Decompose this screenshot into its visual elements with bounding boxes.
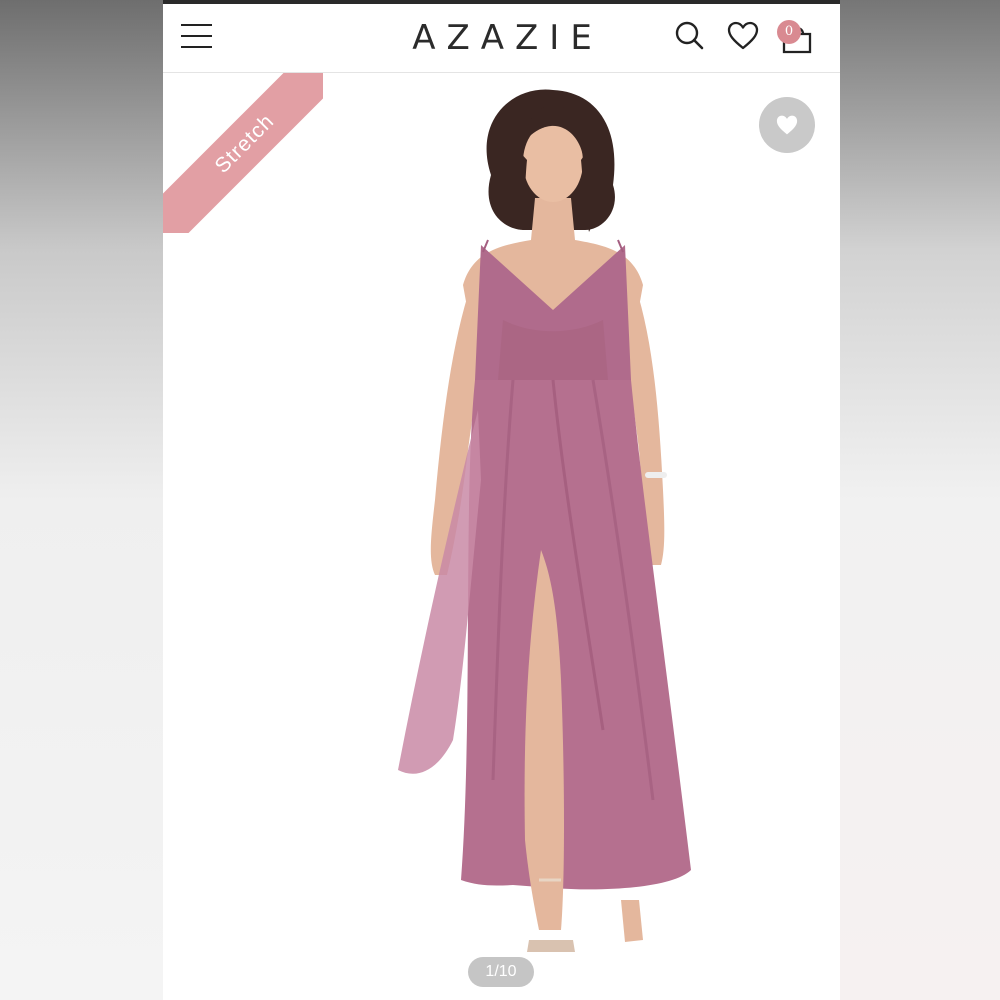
heart-icon[interactable] <box>725 18 761 54</box>
badge-ribbon-container: Stretch <box>163 73 323 233</box>
background-right <box>840 0 1000 1000</box>
site-header: AZAZIE 0 <box>163 4 840 73</box>
heart-filled-icon <box>776 115 798 135</box>
phone-screen: AZAZIE 0 Stretch 1/10 <box>163 0 840 1000</box>
favorite-button[interactable] <box>759 97 815 153</box>
image-pager: 1/10 <box>468 957 534 987</box>
stretch-badge: Stretch <box>163 73 323 233</box>
cart-count-badge: 0 <box>777 20 801 44</box>
background-left <box>0 0 163 1000</box>
product-image[interactable] <box>303 80 803 995</box>
search-icon[interactable] <box>672 18 708 54</box>
